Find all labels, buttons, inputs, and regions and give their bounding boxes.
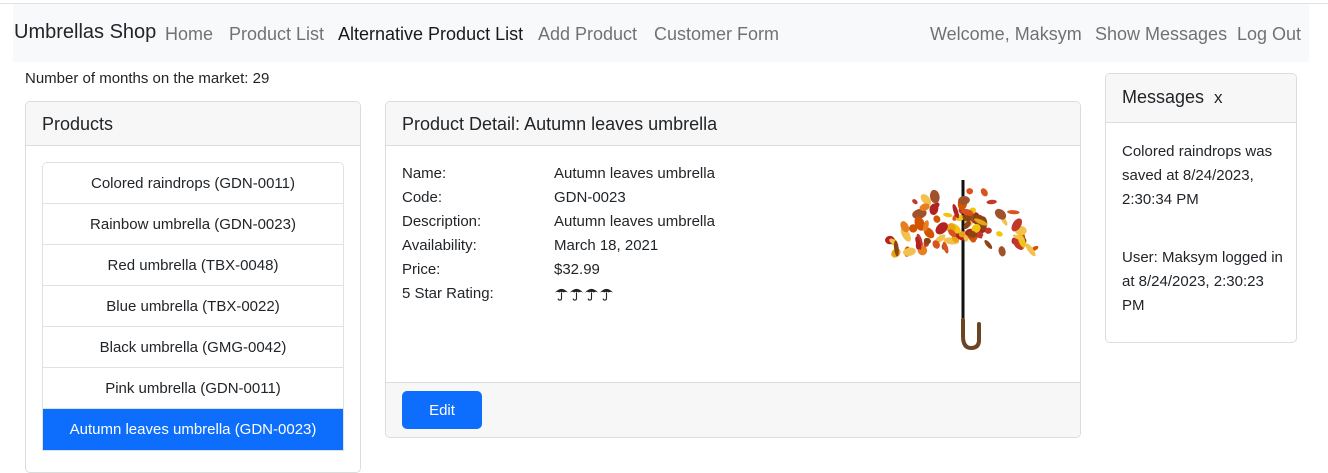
- products-card: Products Colored raindrops (GDN-0011) Ra…: [25, 101, 361, 473]
- message-item: Colored raindrops was saved at 8/24/2023…: [1122, 143, 1273, 208]
- detail-label: 5 Star Rating:: [402, 285, 494, 302]
- detail-label: Description:: [402, 213, 482, 230]
- close-icon[interactable]: x: [1214, 88, 1223, 108]
- product-detail-footer: Edit: [386, 382, 1080, 437]
- product-list-item-selected[interactable]: Autumn leaves umbrella (GDN-0023): [43, 409, 343, 450]
- umbrella-icon: [569, 288, 584, 301]
- brand[interactable]: Umbrellas Shop: [14, 21, 156, 44]
- product-list-item[interactable]: Black umbrella (GMG-0042): [43, 327, 343, 368]
- nav-home[interactable]: Home: [165, 24, 213, 45]
- nav-alternative-product-list[interactable]: Alternative Product List: [338, 24, 523, 45]
- product-detail-header: Product Detail: Autumn leaves umbrella: [386, 102, 1080, 146]
- welcome-text: Welcome, Maksym: [930, 24, 1082, 44]
- product-list-item[interactable]: Pink umbrella (GDN-0011): [43, 368, 343, 409]
- autumn-leaves-umbrella-image: [885, 180, 1039, 351]
- product-detail-title: Product Detail: Autumn leaves umbrella: [402, 114, 718, 134]
- product-list-item[interactable]: Blue umbrella (TBX-0022): [43, 286, 343, 327]
- detail-label: Availability:: [402, 237, 477, 254]
- nav-product-list[interactable]: Product List: [229, 24, 324, 45]
- edit-button[interactable]: Edit: [402, 391, 482, 429]
- product-list-item[interactable]: Red umbrella (TBX-0048): [43, 245, 343, 286]
- detail-label: Name:: [402, 165, 447, 182]
- product-detail-card: Product Detail: Autumn leaves umbrella N…: [385, 101, 1081, 438]
- products-card-header: Products: [26, 102, 360, 146]
- messages-header: Messages x: [1106, 74, 1296, 123]
- umbrella-icon: [599, 288, 614, 301]
- nav-add-product[interactable]: Add Product: [538, 24, 637, 45]
- products-title: Products: [42, 114, 114, 134]
- message-item: User: Maksym logged in at 8/24/2023, 2:3…: [1122, 249, 1283, 314]
- messages-card: Messages x Colored raindrops was saved a…: [1105, 73, 1297, 343]
- detail-label: Code:: [402, 189, 443, 206]
- nav-logout[interactable]: Log Out: [1237, 24, 1301, 45]
- detail-label: Price:: [402, 261, 441, 278]
- detail-value: Autumn leaves umbrella: [554, 213, 715, 230]
- umbrella-icon: [554, 288, 569, 301]
- product-list-item[interactable]: Rainbow umbrella (GDN-0023): [43, 204, 343, 245]
- product-list: Colored raindrops (GDN-0011) Rainbow umb…: [42, 162, 344, 451]
- months-on-market: Number of months on the market: 29: [25, 70, 270, 87]
- umbrella-icon: [584, 288, 599, 301]
- nav-show-messages[interactable]: Show Messages: [1095, 24, 1227, 45]
- star-rating: [554, 286, 614, 301]
- nav-customer-form[interactable]: Customer Form: [654, 24, 779, 45]
- detail-value: $32.99: [554, 261, 600, 278]
- detail-value: March 18, 2021: [554, 237, 659, 254]
- messages-title: Messages: [1122, 87, 1205, 107]
- product-list-item[interactable]: Colored raindrops (GDN-0011): [43, 163, 343, 204]
- navbar: Umbrellas Shop Home Product List Alterna…: [13, 4, 1309, 62]
- detail-value: Autumn leaves umbrella: [554, 165, 715, 182]
- detail-value: GDN-0023: [554, 189, 626, 206]
